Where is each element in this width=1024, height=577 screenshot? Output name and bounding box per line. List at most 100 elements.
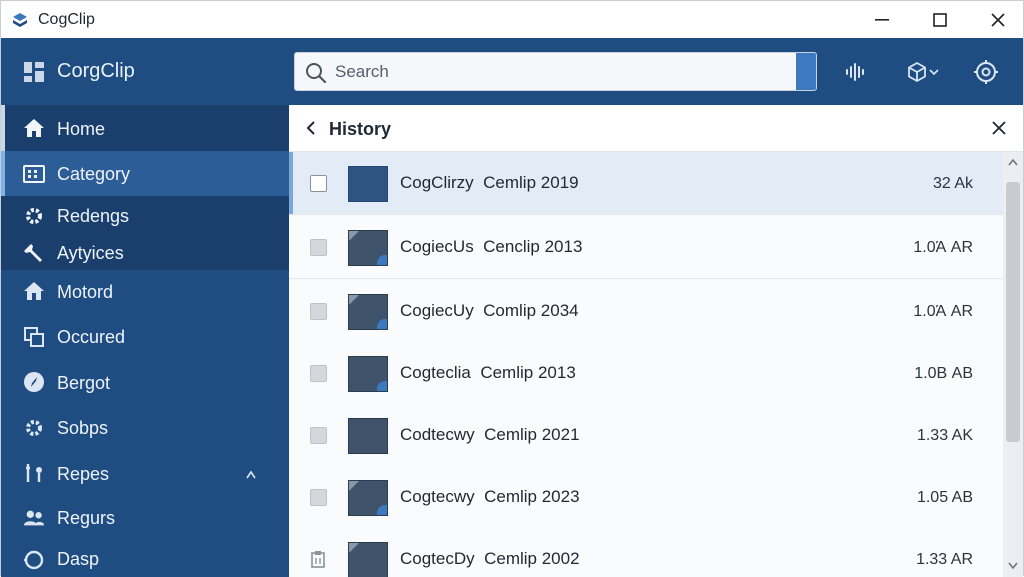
tools-icon: [23, 462, 45, 484]
list-item[interactable]: CogtecDy Cemlip 2002 1.33 AR: [289, 528, 1003, 577]
history-panel: History CogClirzy Cemlip 2019 32 Ak Cogi…: [289, 105, 1023, 577]
item-size: 32 Ak: [932, 175, 973, 192]
search-box[interactable]: [294, 52, 817, 91]
maximize-button[interactable]: [911, 1, 969, 38]
waveform-icon: [846, 63, 864, 81]
expand-icon[interactable]: [245, 465, 257, 486]
sidebar-item-aytyices[interactable]: Aytyices: [1, 236, 289, 270]
item-name: Cogteclia: [400, 363, 471, 382]
clip-thumbnail: [348, 542, 388, 577]
item-name: CogtecDy: [400, 549, 475, 568]
maximize-icon: [933, 12, 947, 27]
sidebar-item-label: Aytyices: [57, 243, 124, 263]
search-submit-button[interactable]: [796, 53, 816, 90]
item-label: Cemlip 2002: [484, 549, 580, 568]
vertical-scrollbar[interactable]: [1003, 152, 1023, 577]
close-window-button[interactable]: [969, 1, 1024, 38]
clip-thumbnail: [348, 294, 388, 330]
row-checkbox[interactable]: [310, 489, 327, 506]
panel-title: History: [329, 119, 392, 139]
item-size: 1.0Β AB: [914, 365, 973, 382]
clip-thumbnail: [348, 356, 388, 392]
dashboard-icon: [23, 61, 45, 83]
row-checkbox[interactable]: [310, 303, 327, 320]
item-size: 1.0Ά AR: [913, 239, 973, 256]
sidebar-item-label: Motord: [57, 282, 114, 302]
sidebar-item-label: Redengs: [57, 206, 130, 226]
scroll-down-icon[interactable]: [1007, 561, 1019, 571]
sidebar-item-label: Bergot: [57, 373, 111, 393]
sidebar-item-label: Category: [57, 164, 131, 184]
item-name: Codtecwy: [400, 425, 475, 444]
clip-thumbnail: [348, 418, 388, 454]
list-item[interactable]: Codtecwy Cemlip 2021 1.33 AK: [289, 404, 1003, 467]
scroll-up-icon[interactable]: [1007, 157, 1019, 167]
clip-thumbnail: [348, 230, 388, 266]
app-window: CogClip CorgClip Search Home Category Re…: [0, 0, 1024, 577]
item-label: Cenclip 2013: [483, 237, 583, 256]
voice-button[interactable]: [841, 56, 871, 88]
minimize-icon: [875, 18, 889, 21]
sidebar-item-label: Repes: [57, 464, 110, 484]
list-item[interactable]: CogClirzy Cemlip 2019 32 Ak: [289, 152, 1003, 215]
back-button[interactable]: [301, 118, 321, 138]
cube-menu-button[interactable]: [901, 56, 943, 88]
settings-button[interactable]: [971, 56, 1001, 88]
row-checkbox[interactable]: [310, 427, 327, 444]
search-icon: [306, 63, 327, 84]
app-header: CorgClip: [1, 38, 1023, 105]
search-input[interactable]: [335, 59, 790, 85]
row-checkbox[interactable]: [310, 239, 327, 256]
list-item[interactable]: Cogteclia Cemlip 2013 1.0Β AB: [289, 342, 1003, 405]
minimize-button[interactable]: [853, 1, 911, 38]
scrollbar-thumb[interactable]: [1006, 182, 1020, 442]
row-checkbox[interactable]: [310, 175, 327, 192]
sidebar-item-label: Dasp: [57, 549, 100, 569]
sidebar-item-dasp[interactable]: Dasp: [1, 541, 289, 577]
panel-header: History: [289, 105, 1023, 152]
item-name: CogiecUs: [400, 237, 474, 256]
cube-icon: [908, 62, 926, 82]
sidebar-item-regurs[interactable]: Regurs: [1, 496, 289, 541]
item-name: Cogtecwy: [400, 487, 475, 506]
list-item[interactable]: CogiecUy Comlip 2034 1.0Ά AR: [289, 280, 1003, 343]
sidebar-item-category[interactable]: Category: [1, 151, 289, 196]
wrench-icon: [23, 242, 45, 264]
house-icon: [23, 280, 45, 302]
chevron-left-icon: [306, 121, 315, 135]
title-bar: CogClip: [1, 1, 1023, 38]
sidebar-item-home[interactable]: Home: [1, 105, 289, 151]
list-item[interactable]: Cogtecwy Cemlip 2023 1.05 AB: [289, 466, 1003, 529]
item-label: Comlip 2034: [483, 301, 579, 320]
sidebar-item-repes[interactable]: Repes: [1, 451, 289, 496]
list-item[interactable]: CogiecUs Cenclip 2013 1.0Ά AR: [289, 216, 1003, 279]
sidebar-item-sobps[interactable]: Sobps: [1, 406, 289, 451]
sidebar: Home Category Redengs Aytyices Motord Oc…: [1, 105, 289, 577]
close-panel-button[interactable]: [989, 118, 1009, 138]
users-icon: [23, 507, 45, 529]
item-size: 1.0Ά AR: [913, 303, 973, 320]
item-name: CogClirzy: [400, 173, 474, 192]
item-name: CogiecUy: [400, 301, 474, 320]
sidebar-item-label: Sobps: [57, 418, 109, 438]
item-label: Cemlip 2023: [484, 487, 580, 506]
gear-icon: [23, 417, 45, 439]
sidebar-item-label: Home: [57, 119, 106, 139]
item-size: 1.05 AB: [916, 489, 973, 506]
compass-icon: [23, 371, 45, 393]
item-size: 1.33 AR: [916, 551, 973, 568]
clipboard-icon[interactable]: [309, 550, 327, 573]
gear-icon: [23, 205, 45, 227]
sidebar-item-motord[interactable]: Motord: [1, 270, 289, 314]
close-icon: [992, 121, 1006, 135]
item-label: Cemlip 2019: [483, 173, 579, 192]
clip-thumbnail: [348, 480, 388, 516]
sidebar-item-bergot[interactable]: Bergot: [1, 360, 289, 406]
sidebar-item-occured[interactable]: Occured: [1, 314, 289, 360]
item-size: 1.33 AK: [916, 427, 973, 444]
circle-icon: [23, 549, 45, 571]
close-icon: [991, 12, 1005, 27]
row-checkbox[interactable]: [310, 365, 327, 382]
brand-name: CorgClip: [57, 60, 135, 82]
sidebar-item-redengs[interactable]: Redengs: [1, 196, 289, 236]
